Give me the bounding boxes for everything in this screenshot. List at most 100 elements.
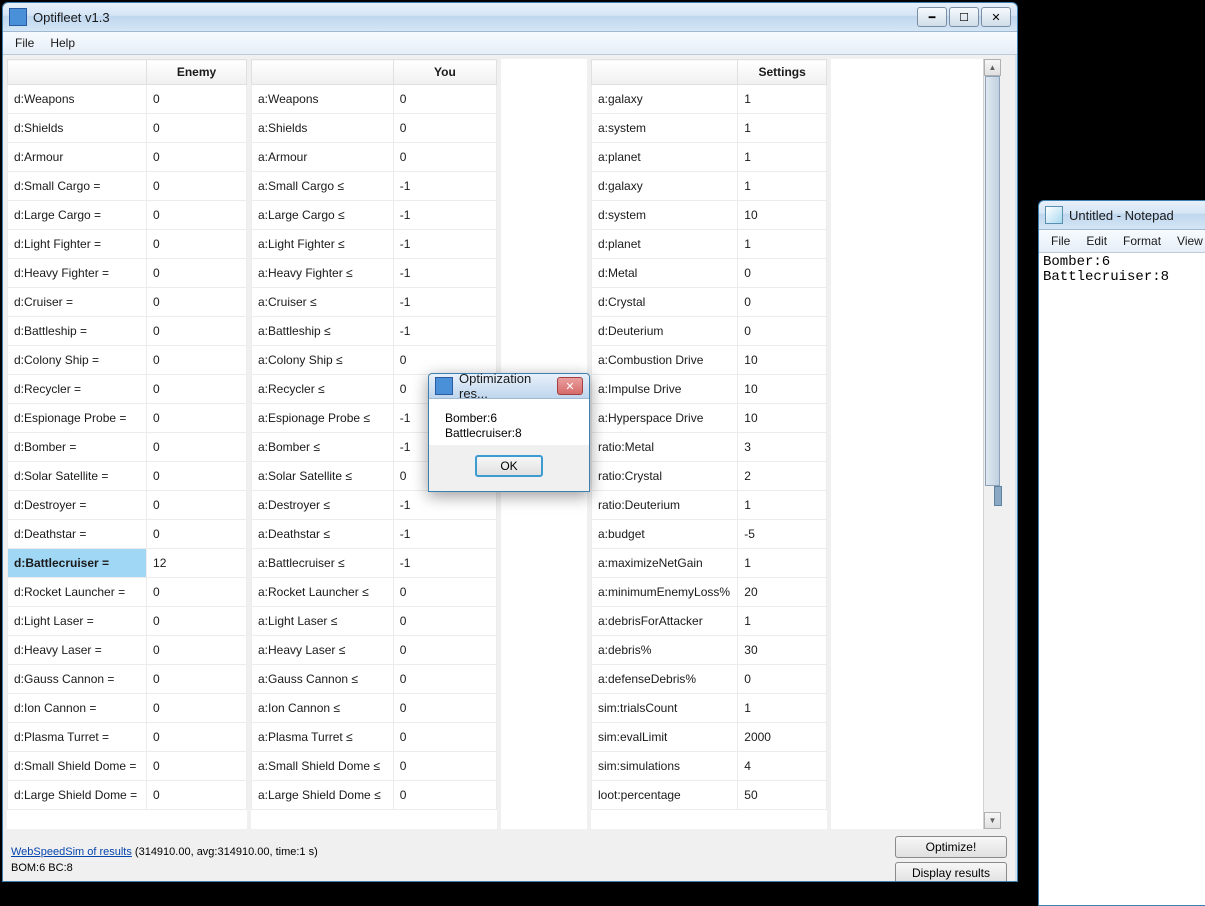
table-row[interactable]: sim:trialsCount1 [592,694,827,723]
close-button[interactable]: ✕ [981,7,1011,27]
row-value[interactable]: 0 [147,752,247,781]
row-value[interactable]: 1 [738,549,827,578]
table-row[interactable]: d:Colony Ship =0 [8,346,247,375]
row-label[interactable]: a:Plasma Turret ≤ [252,723,394,752]
row-label[interactable]: a:Deathstar ≤ [252,520,394,549]
table-row[interactable]: d:Shields0 [8,114,247,143]
row-value[interactable]: 0 [393,694,496,723]
row-label[interactable]: ratio:Crystal [592,462,738,491]
row-label[interactable]: a:Recycler ≤ [252,375,394,404]
row-value[interactable]: 1 [738,230,827,259]
row-value[interactable]: -1 [393,491,496,520]
row-label[interactable]: d:Heavy Laser = [8,636,147,665]
row-label[interactable]: d:Small Cargo = [8,172,147,201]
table-row[interactable]: d:planet1 [592,230,827,259]
vertical-scrollbar[interactable]: ▲ ▼ [983,59,1001,829]
table-row[interactable]: a:Battleship ≤-1 [252,317,497,346]
row-label[interactable]: d:Small Shield Dome = [8,752,147,781]
row-label[interactable]: a:galaxy [592,85,738,114]
row-label[interactable]: a:minimumEnemyLoss% [592,578,738,607]
row-label[interactable]: ratio:Metal [592,433,738,462]
notepad-menu-edit[interactable]: Edit [1078,232,1115,250]
table-row[interactable]: a:Armour0 [252,143,497,172]
optimize-button[interactable]: Optimize! [895,836,1007,858]
enemy-header[interactable]: Enemy [147,60,247,85]
notepad-client[interactable]: Bomber:6 Battlecruiser:8 [1039,253,1205,905]
row-value[interactable]: 0 [147,578,247,607]
row-value[interactable]: 1 [738,172,827,201]
row-value[interactable]: 0 [147,143,247,172]
row-value[interactable]: 0 [393,143,496,172]
table-row[interactable]: ratio:Deuterium1 [592,491,827,520]
row-value[interactable]: 0 [147,665,247,694]
table-row[interactable]: sim:simulations4 [592,752,827,781]
row-label[interactable]: a:debris% [592,636,738,665]
table-row[interactable]: d:Large Shield Dome =0 [8,781,247,810]
row-value[interactable]: 0 [147,317,247,346]
table-row[interactable]: a:Small Cargo ≤-1 [252,172,497,201]
you-header[interactable]: You [393,60,496,85]
table-row[interactable]: d:Heavy Laser =0 [8,636,247,665]
table-row[interactable]: d:Large Cargo =0 [8,201,247,230]
notepad-menu-view[interactable]: View [1169,232,1205,250]
row-value[interactable]: 1 [738,491,827,520]
row-label[interactable]: a:planet [592,143,738,172]
notepad-menu-file[interactable]: File [1043,232,1078,250]
row-label[interactable]: d:Shields [8,114,147,143]
row-value[interactable]: 0 [738,665,827,694]
row-value[interactable]: 0 [147,114,247,143]
notepad-menu-format[interactable]: Format [1115,232,1169,250]
table-row[interactable]: d:Solar Satellite =0 [8,462,247,491]
row-label[interactable]: loot:percentage [592,781,738,810]
settings-header[interactable]: Settings [738,60,827,85]
row-value[interactable]: 0 [147,723,247,752]
table-row[interactable]: a:galaxy1 [592,85,827,114]
scroll-down-arrow-icon[interactable]: ▼ [984,812,1001,829]
table-row[interactable]: d:galaxy1 [592,172,827,201]
row-value[interactable]: 4 [738,752,827,781]
row-label[interactable]: a:Solar Satellite ≤ [252,462,394,491]
table-row[interactable]: a:Destroyer ≤-1 [252,491,497,520]
row-label[interactable]: sim:simulations [592,752,738,781]
table-row[interactable]: d:Deuterium0 [592,317,827,346]
row-value[interactable]: -1 [393,230,496,259]
row-label[interactable]: a:Combustion Drive [592,346,738,375]
table-row[interactable]: a:Small Shield Dome ≤0 [252,752,497,781]
table-row[interactable]: d:Bomber =0 [8,433,247,462]
row-label[interactable]: a:Impulse Drive [592,375,738,404]
row-label[interactable]: a:Heavy Fighter ≤ [252,259,394,288]
row-label[interactable]: d:Rocket Launcher = [8,578,147,607]
row-label[interactable]: d:Large Cargo = [8,201,147,230]
table-row[interactable]: a:Ion Cannon ≤0 [252,694,497,723]
row-value[interactable]: 0 [147,85,247,114]
row-label[interactable]: d:Metal [592,259,738,288]
row-label[interactable]: d:Deathstar = [8,520,147,549]
scroll-up-arrow-icon[interactable]: ▲ [984,59,1001,76]
table-row[interactable]: a:minimumEnemyLoss%20 [592,578,827,607]
table-row[interactable]: d:Weapons0 [8,85,247,114]
row-value[interactable]: -1 [393,172,496,201]
row-label[interactable]: sim:trialsCount [592,694,738,723]
row-label[interactable]: a:maximizeNetGain [592,549,738,578]
row-label[interactable]: d:Light Fighter = [8,230,147,259]
row-value[interactable]: 10 [738,201,827,230]
table-row[interactable]: d:Metal0 [592,259,827,288]
table-row[interactable]: d:Recycler =0 [8,375,247,404]
row-label[interactable]: d:Deuterium [592,317,738,346]
dialog-close-button[interactable]: ✕ [557,377,583,395]
row-value[interactable]: 20 [738,578,827,607]
row-value[interactable]: 0 [393,114,496,143]
row-value[interactable]: 10 [738,375,827,404]
row-label[interactable]: d:Armour [8,143,147,172]
row-label[interactable]: a:budget [592,520,738,549]
row-label[interactable]: a:Destroyer ≤ [252,491,394,520]
row-value[interactable]: -1 [393,549,496,578]
row-label[interactable]: a:Weapons [252,85,394,114]
row-value[interactable]: 30 [738,636,827,665]
table-row[interactable]: a:Combustion Drive10 [592,346,827,375]
row-label[interactable]: a:Rocket Launcher ≤ [252,578,394,607]
row-label[interactable]: d:Battlecruiser = [8,549,147,578]
row-label[interactable]: a:Bomber ≤ [252,433,394,462]
row-label[interactable]: a:Armour [252,143,394,172]
optifleet-titlebar[interactable]: Optifleet v1.3 ━ ☐ ✕ [3,3,1017,32]
